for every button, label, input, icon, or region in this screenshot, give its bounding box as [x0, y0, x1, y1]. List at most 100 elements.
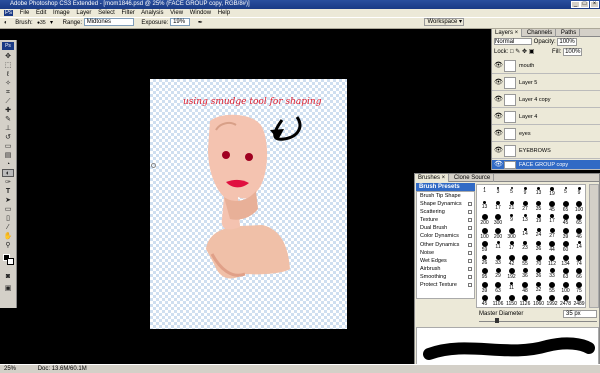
brush-preset-cell[interactable]: 200 — [478, 213, 491, 226]
brush-setting-item[interactable]: Shape Dynamics — [417, 200, 474, 208]
workspace-button[interactable]: Workspace ▾ — [424, 18, 465, 27]
blend-mode-select[interactable]: Normal — [494, 38, 532, 45]
brush-preset-grid[interactable]: 1 3 5 9 13 19 5 9 13 17 21 27 35 45 65 100 200 300 9 13 19 17… — [476, 184, 586, 308]
screen-mode-icon[interactable]: ▣ — [2, 284, 14, 292]
layer-row[interactable]: 👁 Layer 4 copy — [492, 92, 600, 108]
lock-icons[interactable]: □ ✎ ✥ ▣ — [510, 49, 534, 55]
chevron-down-icon[interactable]: ▾ — [50, 20, 53, 26]
dodge-tool-icon[interactable]: ◐ — [2, 169, 14, 177]
master-diameter-field[interactable]: 35 px — [563, 310, 597, 318]
brush-preset-cell[interactable]: 42 — [505, 254, 518, 266]
brush-preset-cell[interactable]: 39 — [559, 227, 572, 239]
layer-row[interactable]: 👁 mouth — [492, 58, 600, 74]
brush-preset-cell[interactable]: 32 — [532, 281, 545, 292]
brush-preset-cell[interactable]: 300 — [492, 213, 505, 226]
brush-preset-cell[interactable]: 63 — [492, 281, 505, 293]
tab-layers[interactable]: Layers × — [492, 29, 523, 37]
brush-preset-cell[interactable]: 23 — [519, 240, 532, 251]
brush-preset-cell[interactable]: 59 — [478, 240, 491, 253]
eraser-tool-icon[interactable]: ▭ — [2, 142, 14, 150]
brush-preset-cell[interactable]: 1126 — [519, 294, 532, 307]
brush-preset-cell[interactable]: 70 — [532, 254, 545, 266]
brush-preset-cell[interactable]: 39 — [478, 281, 491, 293]
tab-paths[interactable]: Paths — [558, 29, 581, 37]
brush-preset-cell[interactable]: 45 — [559, 213, 572, 226]
eye-icon[interactable]: 👁 — [494, 161, 503, 169]
close-button[interactable]: × — [590, 1, 599, 8]
brush-preset-cell[interactable]: 17 — [492, 200, 505, 211]
brush-preset-cell[interactable]: 100 — [478, 227, 491, 239]
eye-icon[interactable]: 👁 — [494, 96, 503, 104]
layer-row[interactable]: 👁 Layer 5 — [492, 75, 600, 91]
lock-icon[interactable] — [468, 202, 472, 207]
lock-icon[interactable] — [468, 218, 472, 223]
lock-icon[interactable] — [468, 274, 472, 279]
clone-stamp-tool-icon[interactable]: ⊥ — [2, 124, 14, 132]
brush-preset-cell[interactable]: 29 — [492, 267, 505, 279]
brush-preset-cell[interactable]: 1106 — [492, 294, 505, 307]
brush-preset-cell[interactable]: 9 — [519, 186, 532, 197]
move-tool-icon[interactable]: ✥ — [2, 52, 14, 60]
type-tool-icon[interactable]: T — [2, 187, 14, 195]
brush-preset-cell[interactable]: 36 — [532, 240, 545, 252]
brush-preset-cell[interactable]: 27 — [519, 200, 532, 211]
brush-preset-cell[interactable]: 14 — [573, 240, 586, 251]
lock-icon[interactable] — [468, 234, 472, 239]
brush-preset-cell[interactable]: 100 — [559, 281, 572, 293]
eye-icon[interactable]: 👁 — [494, 62, 503, 70]
brush-preset-cell[interactable]: 9 — [505, 213, 518, 224]
menu-select[interactable]: Select — [98, 10, 115, 16]
brush-preset-cell[interactable]: 192 — [505, 267, 518, 280]
quick-mask-icon[interactable]: ◙ — [2, 272, 14, 280]
brush-preset-cell[interactable]: 134 — [559, 254, 572, 266]
minimize-button[interactable]: _ — [571, 1, 580, 8]
brush-preset-cell[interactable]: 27 — [546, 227, 559, 238]
brush-preset-cell[interactable]: 1992 — [546, 294, 559, 307]
brush-preset-cell[interactable]: 75 — [573, 281, 586, 293]
layer-row-selected[interactable]: 👁 FACE GROUP copy — [492, 160, 600, 170]
brush-setting-item[interactable]: Other Dynamics — [417, 241, 474, 249]
menu-filter[interactable]: Filter — [121, 10, 134, 16]
lock-icon[interactable] — [468, 283, 472, 288]
brush-preset-cell[interactable]: 66 — [573, 267, 586, 280]
brush-preset-cell[interactable]: 5 — [559, 186, 572, 197]
brush-preset-cell[interactable]: 65 — [573, 213, 586, 226]
menu-help[interactable]: Help — [218, 10, 230, 16]
hand-tool-icon[interactable]: ✋ — [2, 232, 14, 240]
eyedropper-tool-icon[interactable]: ⁄ — [2, 223, 14, 231]
brush-preset-cell[interactable]: 35 — [532, 200, 545, 211]
brush-setting-item[interactable]: Color Dynamics — [417, 232, 474, 240]
slider-handle[interactable] — [495, 318, 499, 323]
notes-tool-icon[interactable]: ▯ — [2, 214, 14, 222]
brush-grid-scrollbar[interactable] — [589, 184, 599, 308]
marquee-tool-icon[interactable]: ⬚ — [2, 61, 14, 69]
healing-brush-tool-icon[interactable]: ✚ — [2, 106, 14, 114]
path-selection-tool-icon[interactable]: ➤ — [2, 196, 14, 204]
maximize-button[interactable]: □ — [580, 1, 589, 8]
brush-preset-cell[interactable]: 100 — [573, 200, 586, 212]
brush-preset-cell[interactable]: 1150 — [505, 294, 518, 307]
exposure-field[interactable]: 19% — [170, 18, 191, 27]
menu-analysis[interactable]: Analysis — [141, 10, 163, 16]
brush-picker[interactable]: ●35 — [34, 18, 48, 29]
brush-preset-cell[interactable]: 45 — [478, 294, 491, 307]
brush-preset-cell[interactable]: 13 — [519, 213, 532, 224]
brush-preset-cell[interactable]: 48 — [519, 281, 532, 293]
brush-preset-cell[interactable]: 95 — [478, 267, 491, 280]
brush-preset-cell[interactable]: 55 — [519, 254, 532, 266]
brush-setting-item[interactable]: Protect Texture — [417, 281, 474, 289]
opacity-field[interactable]: 100% — [557, 38, 577, 46]
eye-icon[interactable]: 👁 — [494, 147, 503, 155]
slice-tool-icon[interactable]: ⟋ — [2, 97, 14, 105]
lock-icon[interactable] — [468, 242, 472, 247]
brush-preset-cell[interactable]: 36 — [532, 267, 545, 279]
tab-channels[interactable]: Channels — [524, 29, 557, 37]
brush-setting-item[interactable]: Scattering — [417, 208, 474, 216]
gradient-tool-icon[interactable]: ▤ — [2, 151, 14, 159]
range-select[interactable]: Midtones — [83, 18, 134, 27]
lock-icon[interactable] — [468, 226, 472, 231]
brush-preset-cell[interactable]: 74 — [573, 254, 586, 266]
brush-setting-item[interactable]: Dual Brush — [417, 224, 474, 232]
brush-preset-cell[interactable]: 11 — [492, 240, 505, 251]
pen-tool-icon[interactable]: ✑ — [2, 178, 14, 186]
